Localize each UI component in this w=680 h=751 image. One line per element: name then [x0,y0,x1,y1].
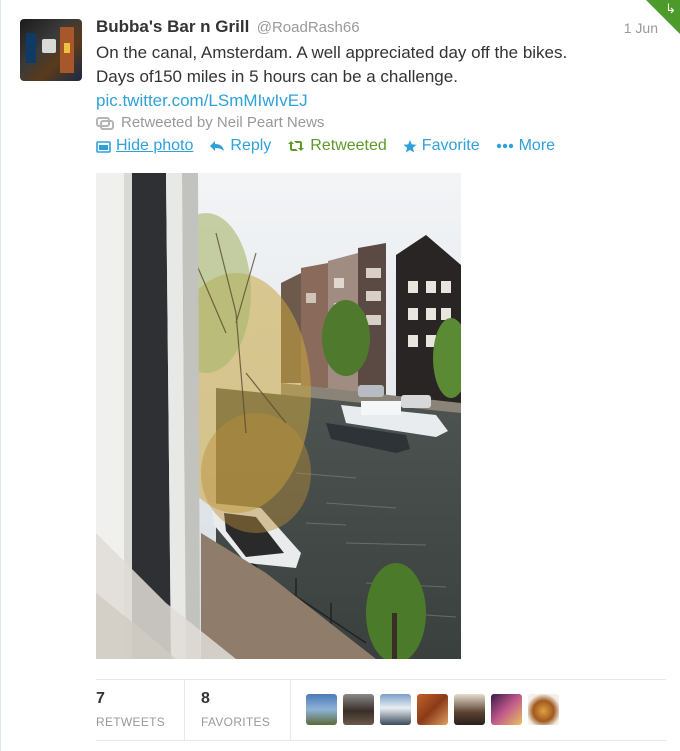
avatar[interactable] [306,694,337,725]
favoriter-avatars [306,694,565,725]
ellipsis-icon [496,143,514,149]
favorites-stat[interactable]: 8 FAVORITES [201,690,270,729]
avatar[interactable] [380,694,411,725]
avatar[interactable] [343,694,374,725]
tweet-timestamp[interactable]: 1 Jun [624,20,658,36]
tweet-text-line: Days of150 miles in 5 hours can be a cha… [96,67,458,86]
tweet[interactable]: ↳ Bubba's Bar n Grill @RoadRash66 1 Jun … [0,0,680,751]
avatar[interactable] [454,694,485,725]
avatar[interactable] [491,694,522,725]
favorites-count: 8 [201,690,210,707]
retweet-icon [287,140,305,152]
retweeted-button[interactable]: Retweeted [287,137,387,155]
favorite-label: Favorite [421,137,480,154]
tweet-text: On the canal, Amsterdam. A well apprecia… [96,41,567,113]
more-label: More [518,137,556,154]
user-fullname[interactable]: Bubba's Bar n Grill [96,17,249,36]
stats-divider [184,680,185,740]
tweet-photo[interactable] [96,173,461,659]
tweet-actions: Hide photo Reply Retweeted Favorite More [96,137,571,155]
favorites-label: FAVORITES [201,715,271,729]
stats-divider [290,680,291,740]
retweet-context: Retweeted by Neil Peart News [96,114,324,131]
tweet-stats: 7 RETWEETS 8 FAVORITES [96,679,666,741]
canal-photo-image [96,173,461,659]
retweets-count: 7 [96,690,105,707]
retweet-icon [96,116,114,130]
tweet-text-line: On the canal, Amsterdam. A well apprecia… [96,43,568,62]
hide-photo-button[interactable]: Hide photo [96,137,193,155]
star-icon [403,139,417,153]
retweet-context-text[interactable]: Retweeted by Neil Peart News [121,114,324,131]
retweets-label: RETWEETS [96,715,166,729]
tweet-photo-link[interactable]: pic.twitter.com/LSmMIwIvEJ [96,89,567,113]
avatar[interactable] [20,19,82,81]
reply-label: Reply [230,137,272,154]
corner-retweet-icon: ↳ [665,1,676,16]
photo-icon [96,140,111,153]
reply-icon [209,140,225,152]
retweeted-label: Retweeted [310,137,387,154]
hide-photo-label: Hide photo [116,137,194,154]
tweet-header: Bubba's Bar n Grill @RoadRash66 [96,17,360,37]
avatar[interactable] [528,694,559,725]
user-handle[interactable]: @RoadRash66 [257,19,360,36]
favorite-button[interactable]: Favorite [403,137,480,155]
reply-button[interactable]: Reply [209,137,271,155]
avatar[interactable] [417,694,448,725]
retweets-stat[interactable]: 7 RETWEETS [96,690,165,729]
more-button[interactable]: More [496,137,555,155]
